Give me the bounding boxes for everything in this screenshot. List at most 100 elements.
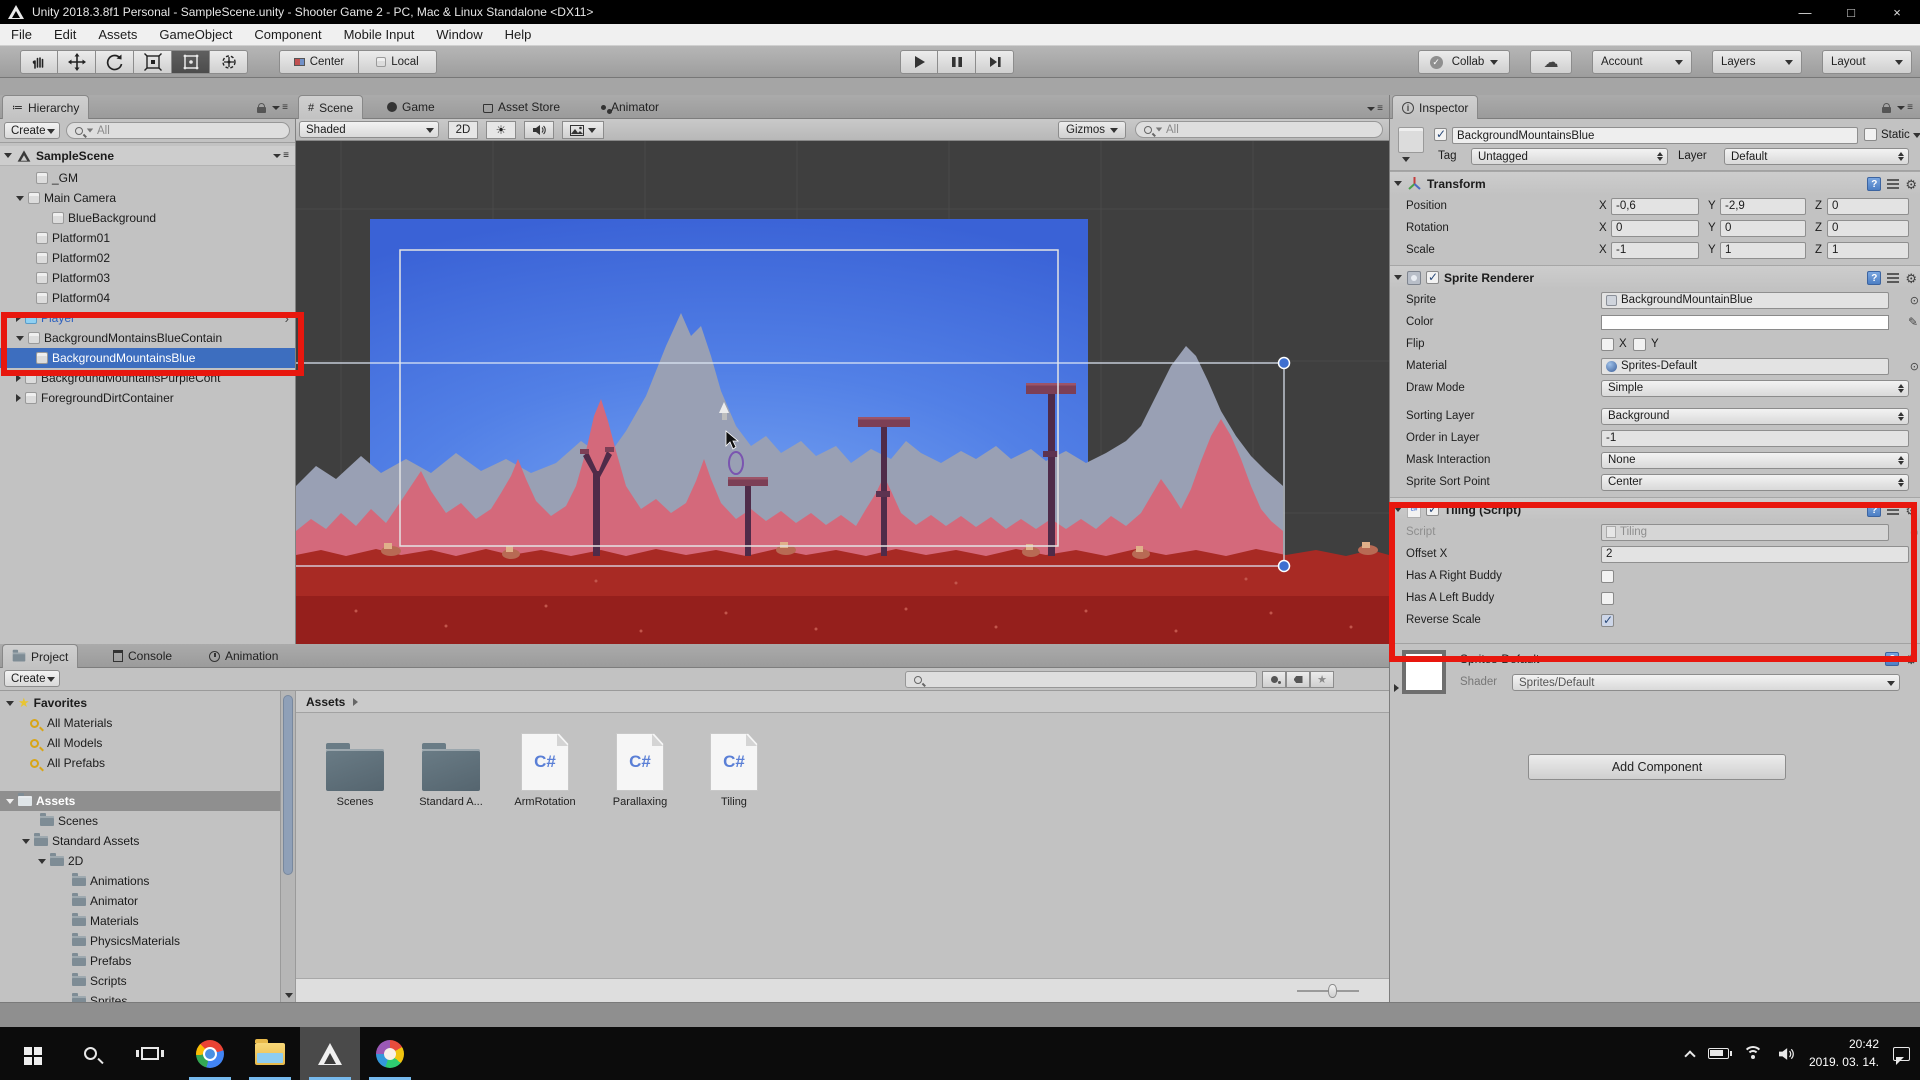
help-icon[interactable]: ? — [1885, 652, 1899, 666]
scale-z-field[interactable]: 1 — [1827, 242, 1909, 259]
rect-tool-button[interactable] — [172, 50, 210, 74]
scale-y-field[interactable]: 1 — [1720, 242, 1806, 259]
project-tree-scrollbar[interactable] — [281, 691, 296, 1002]
2d-toggle-button[interactable]: 2D — [448, 121, 478, 139]
orientation-toggle-button[interactable]: Local — [359, 50, 437, 74]
add-component-button[interactable]: Add Component — [1528, 754, 1786, 780]
gameobject-name-field[interactable]: BackgroundMountainsBlue — [1452, 127, 1858, 144]
gear-icon[interactable]: ⚙ — [1905, 178, 1917, 191]
menu-edit[interactable]: Edit — [43, 24, 87, 46]
tag-dropdown[interactable]: Untagged — [1471, 148, 1668, 165]
gizmos-dropdown[interactable]: Gizmos — [1058, 121, 1126, 139]
favorites-filter-button[interactable]: ★ — [1310, 671, 1334, 688]
pane-menu-icon[interactable]: ≡ — [1897, 102, 1913, 113]
scrollbar-thumb[interactable] — [283, 695, 293, 875]
audio-toggle-button[interactable] — [524, 121, 554, 139]
lock-icon[interactable] — [1882, 103, 1891, 113]
material-disclosure[interactable] — [1394, 684, 1399, 692]
tree-2d[interactable]: 2D — [0, 851, 280, 871]
object-picker-icon[interactable]: ⊙ — [1910, 294, 1919, 307]
scale-x-field[interactable]: -1 — [1611, 242, 1699, 259]
sprite-renderer-enabled-checkbox[interactable] — [1426, 271, 1439, 284]
gear-icon[interactable]: ⚙ — [1905, 653, 1917, 666]
taskbar-chrome[interactable] — [180, 1027, 240, 1080]
tray-expand-icon[interactable] — [1684, 1050, 1695, 1061]
sprite-object-field[interactable]: BackgroundMountainBlue — [1601, 292, 1889, 309]
menu-mobile-input[interactable]: Mobile Input — [333, 24, 426, 46]
play-button[interactable] — [900, 50, 938, 74]
flip-y-checkbox[interactable] — [1633, 338, 1646, 351]
presets-icon[interactable] — [1887, 273, 1899, 283]
tab-hierarchy[interactable]: ≔ Hierarchy — [2, 95, 89, 119]
tab-console[interactable]: Console — [104, 644, 181, 668]
rotation-z-field[interactable]: 0 — [1827, 220, 1909, 237]
right-buddy-checkbox[interactable] — [1601, 570, 1614, 583]
hierarchy-item-platform01[interactable]: Platform01 — [0, 228, 295, 248]
tab-scene[interactable]: # Scene — [298, 95, 363, 119]
favorites-all-models[interactable]: All Models — [0, 733, 280, 753]
rotation-x-field[interactable]: 0 — [1611, 220, 1699, 237]
asset-scenes-folder[interactable]: Scenes — [312, 727, 398, 808]
scale-tool-button[interactable] — [134, 50, 172, 74]
help-icon[interactable]: ? — [1867, 503, 1881, 517]
order-in-layer-field[interactable]: -1 — [1601, 430, 1909, 447]
battery-icon[interactable] — [1708, 1048, 1729, 1059]
asset-standard-assets-folder[interactable]: Standard A... — [408, 727, 494, 808]
shader-dropdown[interactable]: Sprites/Default — [1512, 674, 1900, 691]
color-swatch[interactable] — [1601, 315, 1889, 330]
hand-tool-button[interactable] — [20, 50, 58, 74]
presets-icon[interactable] — [1887, 505, 1899, 515]
position-z-field[interactable]: 0 — [1827, 198, 1909, 215]
asset-tiling-script[interactable]: C# Tiling — [691, 727, 777, 808]
scene-search-input[interactable]: All — [1135, 121, 1383, 138]
menu-gameobject[interactable]: GameObject — [148, 24, 243, 46]
hierarchy-item-foreground-dirt[interactable]: ForegroundDirtContainer — [0, 388, 295, 408]
hierarchy-item-platform04[interactable]: Platform04 — [0, 288, 295, 308]
tree-materials[interactable]: Materials — [0, 911, 280, 931]
tab-animator[interactable]: Animator — [592, 95, 668, 119]
maximize-button[interactable]: □ — [1828, 0, 1874, 24]
help-icon[interactable]: ? — [1867, 177, 1881, 191]
tree-animations[interactable]: Animations — [0, 871, 280, 891]
lock-icon[interactable] — [257, 103, 266, 113]
task-view-button[interactable] — [120, 1027, 180, 1080]
hierarchy-item-platform03[interactable]: Platform03 — [0, 268, 295, 288]
volume-icon[interactable] — [1777, 1047, 1795, 1061]
rotation-y-field[interactable]: 0 — [1720, 220, 1806, 237]
cloud-button[interactable]: ☁ — [1530, 50, 1572, 74]
asset-parallaxing-script[interactable]: C# Parallaxing — [597, 727, 683, 808]
tab-inspector[interactable]: i Inspector — [1392, 95, 1478, 119]
effects-dropdown-button[interactable] — [562, 121, 604, 139]
menu-window[interactable]: Window — [425, 24, 493, 46]
gameobject-icon-dropdown[interactable] — [1402, 157, 1410, 162]
account-dropdown[interactable]: Account — [1592, 50, 1692, 74]
rotate-tool-button[interactable] — [96, 50, 134, 74]
wifi-icon[interactable] — [1743, 1046, 1763, 1061]
layers-dropdown[interactable]: Layers — [1712, 50, 1802, 74]
tree-animator[interactable]: Animator — [0, 891, 280, 911]
reverse-scale-checkbox[interactable] — [1601, 614, 1614, 627]
shading-mode-dropdown[interactable]: Shaded — [299, 121, 439, 138]
tree-scripts[interactable]: Scripts — [0, 971, 280, 991]
offset-x-field[interactable]: 2 — [1601, 546, 1909, 563]
pivot-toggle-button[interactable]: Center — [279, 50, 359, 74]
breadcrumb[interactable]: Assets — [306, 695, 345, 709]
start-button[interactable] — [0, 1027, 60, 1080]
sprite-sort-point-dropdown[interactable]: Center — [1601, 474, 1909, 491]
menu-component[interactable]: Component — [243, 24, 332, 46]
object-picker-icon[interactable]: ⊙ — [1910, 526, 1919, 539]
hierarchy-item-player[interactable]: Player› — [0, 308, 295, 328]
tab-project[interactable]: Project — [2, 644, 78, 668]
tree-physicsmaterials[interactable]: PhysicsMaterials — [0, 931, 280, 951]
gear-icon[interactable]: ⚙ — [1905, 504, 1917, 517]
tiling-script-header[interactable]: c# Tiling (Script) ?⚙ — [1390, 497, 1920, 521]
hierarchy-item-gm[interactable]: _GM — [0, 168, 295, 188]
tree-scenes[interactable]: Scenes — [0, 811, 280, 831]
active-checkbox[interactable] — [1434, 128, 1447, 141]
scrollbar-down-arrow[interactable] — [285, 993, 293, 998]
tiling-enabled-checkbox[interactable] — [1426, 503, 1439, 516]
transform-header[interactable]: Transform ?⚙ — [1390, 171, 1920, 195]
tab-game[interactable]: Game — [378, 95, 444, 119]
tree-prefabs[interactable]: Prefabs — [0, 951, 280, 971]
lighting-toggle-button[interactable]: ☀ — [486, 121, 516, 139]
